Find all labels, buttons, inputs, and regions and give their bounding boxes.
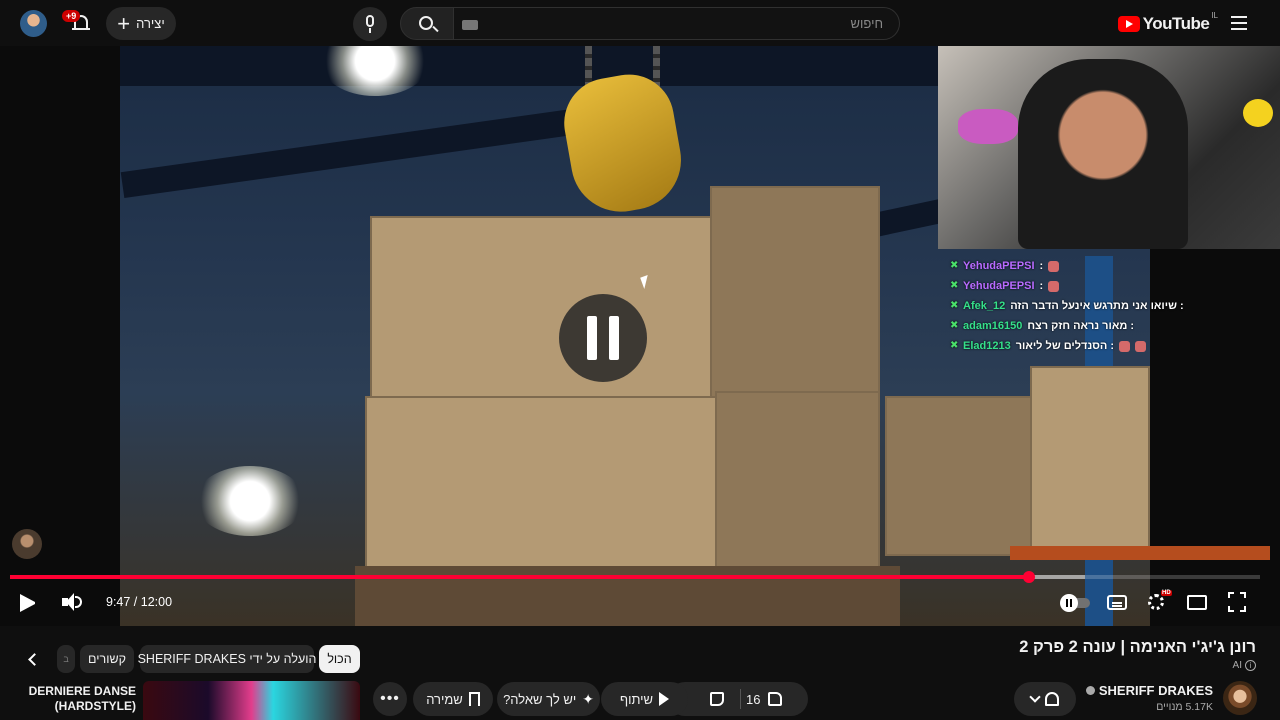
recommendation-title[interactable]: DERNIERE DANSE (HARDSTYLE) xyxy=(16,684,136,714)
bookmark-icon xyxy=(468,692,480,706)
chat-username: YehudaPEPSI xyxy=(963,280,1035,292)
create-label: יצירה xyxy=(136,16,165,31)
play-icon[interactable] xyxy=(20,594,36,612)
chat-badge-icon: ✖ xyxy=(950,340,959,351)
recommendation-thumbnail[interactable] xyxy=(143,681,360,720)
chat-username: adam16150 xyxy=(963,320,1023,332)
youtube-play-logo-icon xyxy=(1117,16,1140,32)
microphone-icon xyxy=(366,15,374,27)
channel-name-text: SHERIFF DRAKES xyxy=(1098,683,1213,698)
bell-icon xyxy=(1045,692,1059,706)
masthead: YouTube IL חיפוש יצירה + +9 xyxy=(0,0,1280,46)
channel-avatar[interactable] xyxy=(1223,681,1257,715)
chip-partial[interactable]: ב xyxy=(57,645,75,673)
chat-message: ✖ YehudaPEPSI : xyxy=(950,276,1170,296)
emote-icon xyxy=(1048,280,1060,292)
chat-username: Afek_12 xyxy=(963,300,1006,312)
search-placeholder: חיפוש xyxy=(850,16,883,31)
chip-related[interactable]: קשורים xyxy=(80,645,134,673)
chat-message: ✖ adam16150 : מאור נראה חזק רצח xyxy=(950,316,1170,336)
more-icon: ••• xyxy=(380,690,400,707)
country-code: IL xyxy=(1211,10,1218,20)
plus-icon: + xyxy=(117,10,131,36)
sparkle-icon: ✦ xyxy=(582,690,594,707)
progress-played xyxy=(10,575,1029,579)
chat-message: ✖ Afek_12 : שיואו אני מתרגש אינעל הדבר ה… xyxy=(950,296,1184,316)
streamer-webcam xyxy=(938,46,1280,249)
ai-label[interactable]: AI i xyxy=(1233,660,1256,671)
channel-watermark[interactable] xyxy=(12,529,42,559)
info-icon: i xyxy=(1245,660,1256,671)
hd-badge: HD xyxy=(1161,590,1172,596)
time-display: 9:47 / 12:00 xyxy=(106,595,173,609)
chat-badge-icon: ✖ xyxy=(950,280,959,291)
stream-chat-overlay: ✖ YehudaPEPSI : ✖ YehudaPEPSI : ✖ Afek_1… xyxy=(950,256,1184,356)
autoplay-toggle[interactable] xyxy=(1060,590,1090,614)
thumbs-down-icon xyxy=(710,692,724,706)
ask-button[interactable]: ✦ יש לך שאלה? xyxy=(497,682,600,716)
notifications-badge: +9 xyxy=(62,10,81,22)
video-player[interactable]: ✖ YehudaPEPSI : ✖ YehudaPEPSI : ✖ Afek_1… xyxy=(0,46,1280,626)
chat-username: YehudaPEPSI xyxy=(963,260,1035,272)
chat-text: : xyxy=(1039,280,1044,292)
emote-icon xyxy=(1135,340,1147,352)
emote-icon xyxy=(1119,340,1131,352)
create-button[interactable]: יצירה + xyxy=(106,7,176,40)
ask-label: יש לך שאלה? xyxy=(503,691,577,707)
logo-text: YouTube xyxy=(1142,14,1210,33)
verified-icon xyxy=(1085,686,1095,695)
progress-bar[interactable] xyxy=(10,571,1260,583)
chat-text: : הסנדלים של ליאור xyxy=(1015,340,1115,352)
subscriber-count: 5.17K מנויים xyxy=(1156,701,1213,713)
share-button[interactable]: שיתוף xyxy=(601,682,688,716)
ai-text: AI xyxy=(1232,660,1242,671)
youtube-logo[interactable]: YouTube IL xyxy=(1117,10,1218,36)
chat-text: : xyxy=(1039,260,1044,272)
dislike-button[interactable] xyxy=(710,682,724,716)
share-label: שיתוף xyxy=(619,691,654,707)
fullscreen-icon[interactable] xyxy=(1228,590,1246,614)
save-label: שמירה xyxy=(426,691,463,707)
thumbs-up-icon xyxy=(768,692,783,706)
account-avatar[interactable] xyxy=(20,10,47,37)
chat-username: Elad1213 xyxy=(963,340,1011,352)
keyboard-icon[interactable] xyxy=(462,20,478,30)
like-dislike-group: 16 xyxy=(668,682,808,716)
emote-icon xyxy=(1048,260,1060,272)
menu-hamburger-icon[interactable] xyxy=(1228,12,1252,34)
chevron-down-icon xyxy=(1029,691,1041,703)
like-count: 16 xyxy=(746,691,761,707)
voice-search-button[interactable] xyxy=(353,7,387,41)
chat-message: ✖ Elad1213 : הסנדלים של ליאור xyxy=(950,336,1170,356)
theater-mode-icon[interactable] xyxy=(1186,590,1208,614)
chat-badge-icon: ✖ xyxy=(950,320,959,331)
volume-icon[interactable] xyxy=(60,590,84,614)
more-actions-button[interactable]: ••• xyxy=(373,682,407,716)
chip-uploaded-by[interactable]: הועלה על ידי SHERIFF DRAKES xyxy=(138,645,316,673)
channel-name[interactable]: SHERIFF DRAKES xyxy=(1085,683,1213,698)
settings-gear-icon[interactable]: HD xyxy=(1146,590,1172,614)
chip-all[interactable]: הכול xyxy=(319,645,360,673)
search-button[interactable] xyxy=(400,7,454,40)
scrubber-handle[interactable] xyxy=(1022,571,1035,583)
chat-text: : שיואו אני מתרגש אינעל הדבר הזה xyxy=(1010,300,1184,312)
subscribed-notifications-button[interactable] xyxy=(1014,682,1076,716)
chat-badge-icon: ✖ xyxy=(950,300,959,311)
chevron-left-icon[interactable] xyxy=(26,652,38,666)
chat-text: : מאור נראה חזק רצח xyxy=(1027,320,1135,332)
search-icon xyxy=(419,16,433,30)
pause-overlay-button[interactable] xyxy=(559,294,647,382)
search-input[interactable]: חיפוש xyxy=(454,7,900,40)
like-button[interactable]: 16 xyxy=(746,682,783,716)
share-icon xyxy=(659,692,670,706)
subtitles-icon[interactable] xyxy=(1106,590,1128,614)
video-title: רונן ג'יג'י האנימה | עונה 2 פרק 2 xyxy=(1019,638,1256,656)
save-button[interactable]: שמירה xyxy=(413,682,493,716)
chat-badge-icon: ✖ xyxy=(950,260,959,271)
chat-message: ✖ YehudaPEPSI : xyxy=(950,256,1170,276)
